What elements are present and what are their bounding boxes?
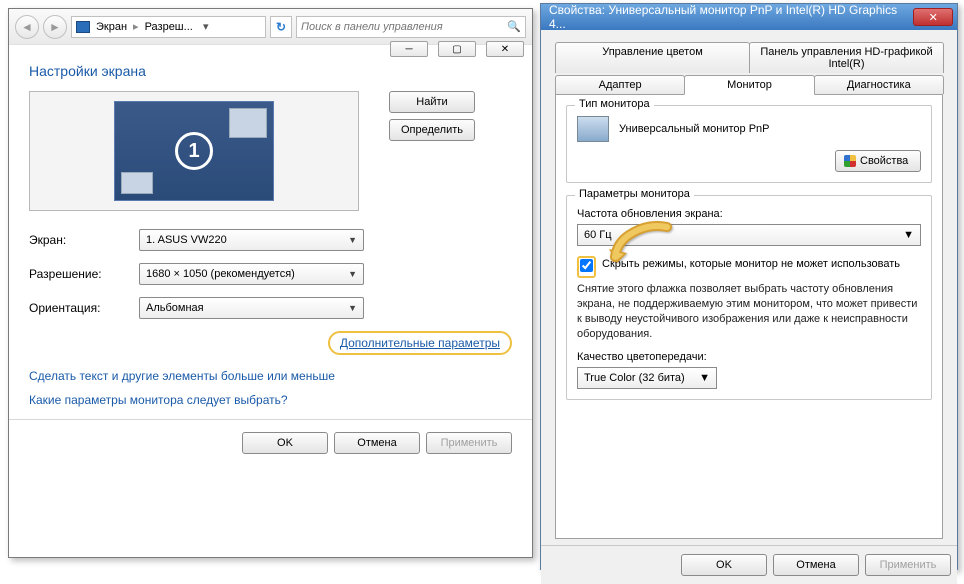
advanced-settings-link[interactable]: Дополнительные параметры	[340, 336, 500, 350]
window-title: Свойства: Универсальный монитор PnP и In…	[549, 3, 913, 31]
explorer-toolbar: ◄ ► Экран ▸ Разреш... ▾ ↻ 🔍	[9, 9, 532, 45]
refresh-rate-select[interactable]: 60 Гц ▼	[577, 224, 921, 246]
chevron-down-icon: ▼	[348, 235, 357, 245]
page-title: Настройки экрана	[29, 63, 512, 79]
close-button[interactable]: ✕	[486, 41, 524, 57]
search-icon: 🔍	[507, 20, 521, 33]
refresh-rate-label: Частота обновления экрана:	[577, 208, 921, 220]
chevron-right-icon: ▸	[133, 20, 139, 33]
monitor-icon	[577, 116, 609, 142]
refresh-button[interactable]: ↻	[270, 16, 292, 38]
cancel-button[interactable]: Отмена	[334, 432, 420, 454]
hide-modes-checkbox[interactable]	[580, 259, 593, 272]
nav-back-button[interactable]: ◄	[15, 15, 39, 39]
chevron-down-icon: ▼	[903, 229, 914, 241]
tab-adapter[interactable]: Адаптер	[555, 75, 685, 94]
display-settings-window: ─ ▢ ✕ ◄ ► Экран ▸ Разреш... ▾ ↻ 🔍 Настро…	[8, 8, 533, 558]
monitor-params-group: Параметры монитора Частота обновления эк…	[566, 195, 932, 400]
monitor-number: 1	[175, 132, 213, 170]
tab-panel-monitor: Тип монитора Универсальный монитор PnP С…	[555, 94, 943, 539]
tab-diagnostics[interactable]: Диагностика	[814, 75, 944, 94]
detect-button[interactable]: Определить	[389, 119, 475, 141]
group-title: Параметры монитора	[575, 188, 694, 200]
chevron-down-icon: ▼	[348, 303, 357, 313]
highlight-annotation: Дополнительные параметры	[328, 331, 512, 355]
search-input[interactable]: 🔍	[296, 16, 526, 38]
group-title: Тип монитора	[575, 98, 654, 110]
maximize-button[interactable]: ▢	[438, 41, 476, 57]
ok-button[interactable]: OK	[242, 432, 328, 454]
shield-icon	[844, 155, 856, 167]
breadcrumb-item[interactable]: Разреш...	[145, 21, 193, 33]
tab-color-management[interactable]: Управление цветом	[555, 42, 750, 73]
screen-label: Экран:	[29, 233, 139, 247]
monitor-preview[interactable]: 1	[29, 91, 359, 211]
breadcrumb-dropdown[interactable]: ▾	[199, 20, 213, 33]
properties-button[interactable]: Свойства	[835, 150, 921, 172]
breadcrumb-item[interactable]: Экран	[96, 21, 127, 33]
apply-button[interactable]: Применить	[426, 432, 512, 454]
text-size-link[interactable]: Сделать текст и другие элементы больше и…	[29, 369, 335, 383]
orientation-label: Ориентация:	[29, 301, 139, 315]
orientation-select[interactable]: Альбомная▼	[139, 297, 364, 319]
chevron-down-icon: ▼	[348, 269, 357, 279]
which-monitor-link[interactable]: Какие параметры монитора следует выбрать…	[29, 393, 288, 407]
monitor-properties-window: Свойства: Универсальный монитор PnP и In…	[540, 3, 958, 570]
breadcrumb[interactable]: Экран ▸ Разреш... ▾	[71, 16, 266, 38]
search-field[interactable]	[301, 21, 503, 33]
tab-monitor[interactable]: Монитор	[684, 75, 814, 95]
color-quality-label: Качество цветопередачи:	[577, 351, 921, 363]
monitor-type-group: Тип монитора Универсальный монитор PnP С…	[566, 105, 932, 183]
find-button[interactable]: Найти	[389, 91, 475, 113]
nav-forward-button[interactable]: ►	[43, 15, 67, 39]
tab-strip: Управление цветом Панель управления HD-г…	[555, 42, 943, 539]
minimize-button[interactable]: ─	[390, 41, 428, 57]
monitor-1[interactable]: 1	[114, 101, 274, 201]
hide-modes-help: Снятие этого флажка позволяет выбрать ча…	[577, 282, 921, 341]
tab-intel-hd[interactable]: Панель управления HD-графикой Intel(R)	[749, 42, 944, 73]
color-quality-select[interactable]: True Color (32 бита) ▼	[577, 367, 717, 389]
resolution-label: Разрешение:	[29, 267, 139, 281]
titlebar[interactable]: Свойства: Универсальный монитор PnP и In…	[541, 4, 957, 30]
monitor-name: Универсальный монитор PnP	[619, 123, 770, 135]
highlight-annotation	[577, 256, 596, 278]
resolution-select[interactable]: 1680 × 1050 (рекомендуется)▼	[139, 263, 364, 285]
monitor-icon	[76, 21, 90, 33]
hide-modes-label: Скрыть режимы, которые монитор не может …	[602, 258, 900, 270]
close-button[interactable]: ✕	[913, 8, 953, 26]
chevron-down-icon: ▼	[699, 372, 710, 384]
screen-select[interactable]: 1. ASUS VW220▼	[139, 229, 364, 251]
